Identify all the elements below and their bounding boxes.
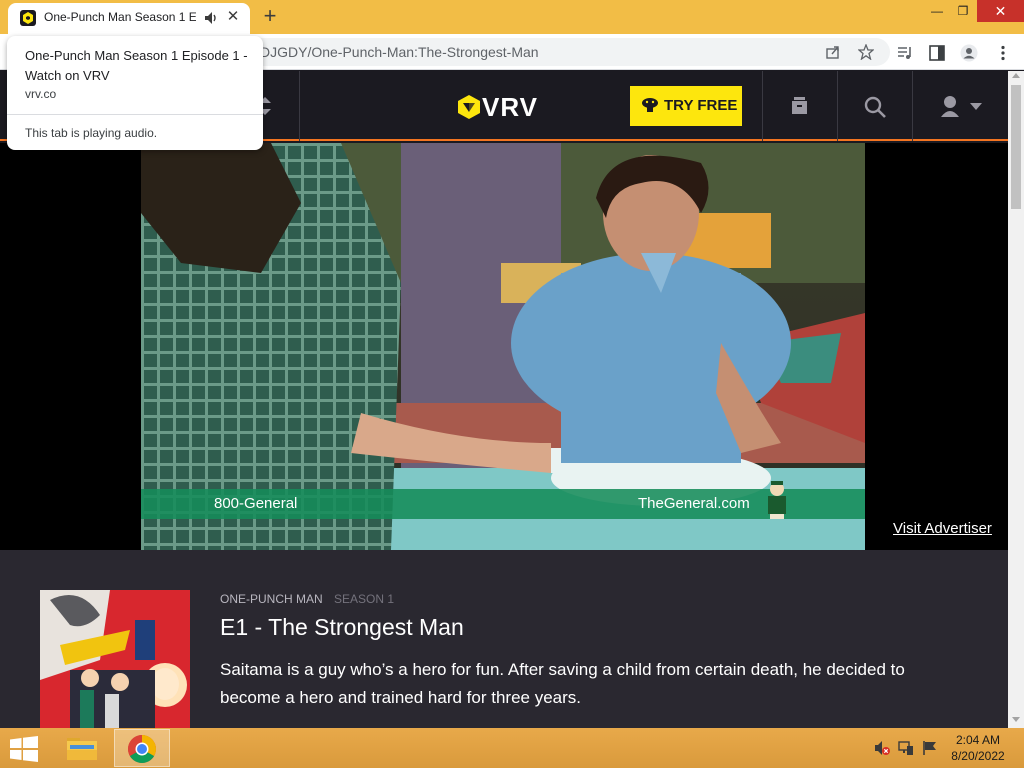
share-icon[interactable] <box>825 44 841 60</box>
header-divider <box>837 71 838 141</box>
hover-card-audio-note: This tab is playing audio. <box>25 126 158 140</box>
visit-advertiser-link[interactable]: Visit Advertiser <box>893 520 992 537</box>
series-line: ONE-PUNCH MAN SEASON 1 <box>220 592 394 606</box>
new-tab-button[interactable]: + <box>258 5 282 29</box>
vrv-logo-icon <box>458 95 480 119</box>
file-explorer-taskbar-button[interactable] <box>54 729 110 767</box>
video-player[interactable]: 800-General TheGeneral.com Visit Adverti… <box>0 143 1008 550</box>
vrv-favicon-icon <box>20 10 36 26</box>
try-free-button[interactable]: TRY FREE <box>630 86 742 126</box>
taskbar-clock[interactable]: 2:04 AM 8/20/2022 <box>948 732 1008 764</box>
chrome-taskbar-button[interactable] <box>114 729 170 767</box>
tab-hover-card: One-Punch Man Season 1 Episode 1 - Watch… <box>7 36 263 150</box>
header-divider <box>299 71 300 141</box>
window-restore-button[interactable]: ❐ <box>948 0 978 22</box>
header-divider <box>912 71 913 141</box>
watchlist-icon[interactable] <box>791 96 808 115</box>
window-close-button[interactable]: ✕ <box>977 0 1024 22</box>
hover-card-title: One-Punch Man Season 1 Episode 1 - Watch… <box>25 48 248 83</box>
bookmark-star-icon[interactable] <box>858 44 874 60</box>
address-bar[interactable]: DJGDY/One-Punch-Man:The-Strongest-Man <box>240 38 890 66</box>
profile-icon[interactable] <box>960 44 978 62</box>
scroll-up-arrow[interactable] <box>1012 73 1020 78</box>
ad-phone-text: 800-General <box>214 495 298 512</box>
taskbar: 2:04 AM 8/20/2022 <box>0 728 1024 768</box>
scroll-thumb[interactable] <box>1011 85 1021 209</box>
url-text[interactable]: DJGDY/One-Punch-Man:The-Strongest-Man <box>260 44 539 60</box>
ad-mascot-icon <box>768 481 786 519</box>
side-panel-icon[interactable] <box>928 44 946 62</box>
series-thumbnail-image <box>40 590 190 728</box>
try-free-icon <box>642 98 658 112</box>
scroll-down-arrow[interactable] <box>1012 717 1020 722</box>
windows-start-icon[interactable] <box>10 736 38 762</box>
account-icon[interactable] <box>940 95 986 117</box>
browser-tab[interactable]: One-Punch Man Season 1 Episode 1 - Watch… <box>8 3 250 34</box>
vrv-logo-text: VRV <box>482 92 538 122</box>
audio-icon[interactable] <box>204 10 218 26</box>
try-free-label: TRY FREE <box>664 97 738 114</box>
folder-icon <box>67 738 97 760</box>
clock-date: 8/20/2022 <box>951 749 1005 763</box>
search-icon[interactable] <box>864 96 886 118</box>
hover-card-divider <box>7 114 263 115</box>
flag-icon[interactable] <box>922 740 938 756</box>
episode-description: Saitama is a guy who’s a hero for fun. A… <box>220 660 905 707</box>
episode-info: ONE-PUNCH MAN SEASON 1 E1 - The Stronges… <box>0 550 1008 728</box>
media-control-icon[interactable] <box>896 44 914 62</box>
season-label: SEASON 1 <box>334 592 395 606</box>
screen: One-Punch Man Season 1 Episode 1 - Watch… <box>0 0 1024 768</box>
hover-card-domain: vrv.co <box>25 87 57 101</box>
ad-banner: 800-General TheGeneral.com <box>141 481 865 519</box>
menu-dots-icon[interactable] <box>994 44 1012 62</box>
browser-titlebar: One-Punch Man Season 1 Episode 1 - Watch… <box>0 0 1024 34</box>
vrv-logo[interactable]: VRV <box>458 92 550 122</box>
header-divider <box>762 71 763 141</box>
tab-title: One-Punch Man Season 1 Episode 1 - Watch… <box>44 10 196 24</box>
series-thumbnail[interactable] <box>40 590 190 728</box>
volume-muted-icon[interactable] <box>874 740 890 756</box>
page-scrollbar[interactable] <box>1008 71 1024 728</box>
episode-title: E1 - The Strongest Man <box>220 614 464 640</box>
ad-site-text: TheGeneral.com <box>638 495 750 512</box>
clock-time: 2:04 AM <box>955 733 1001 747</box>
chrome-icon <box>128 735 156 763</box>
network-icon[interactable] <box>898 740 914 756</box>
tab-close-button[interactable]: ✕ <box>224 8 242 26</box>
series-name-link[interactable]: ONE-PUNCH MAN <box>220 592 323 606</box>
